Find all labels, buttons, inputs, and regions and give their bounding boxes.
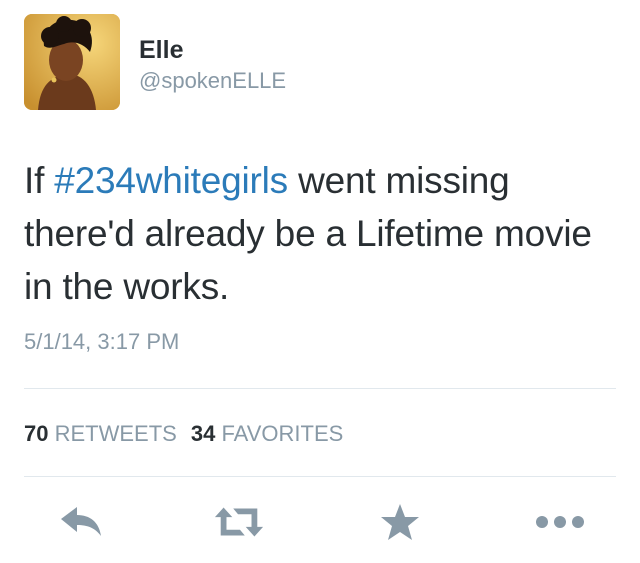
hashtag-link[interactable]: #234whitegirls [54, 160, 288, 201]
reply-icon [61, 507, 101, 536]
user-name[interactable]: Elle [139, 36, 183, 65]
reply-button[interactable] [55, 496, 107, 548]
favorite-button[interactable] [374, 496, 426, 548]
divider [24, 476, 616, 477]
favorites-label: FAVORITES [221, 421, 344, 446]
tweet-timestamp: 5/1/14, 3:17 PM [24, 329, 180, 354]
user-handle[interactable]: @spokenELLE [139, 68, 286, 94]
tweet-actions [0, 496, 640, 548]
retweets-count: 70 [24, 421, 49, 446]
divider [24, 388, 616, 389]
avatar[interactable] [24, 14, 120, 110]
tweet-text-before: If [24, 160, 55, 201]
retweets-stat[interactable]: 70 RETWEETS [24, 421, 177, 446]
tweet-stats: 70 RETWEETS 34 FAVORITES [24, 421, 343, 447]
favorite-icon [381, 504, 419, 540]
avatar-image [24, 14, 120, 110]
retweets-label: RETWEETS [54, 421, 177, 446]
favorites-stat[interactable]: 34 FAVORITES [191, 421, 343, 446]
retweet-icon [214, 507, 264, 537]
retweet-button[interactable] [213, 496, 265, 548]
more-icon [536, 516, 584, 528]
favorites-count: 34 [190, 421, 216, 446]
more-button[interactable] [534, 496, 586, 548]
tweet-text: If #234whitegirls went missing there'd a… [24, 154, 620, 313]
